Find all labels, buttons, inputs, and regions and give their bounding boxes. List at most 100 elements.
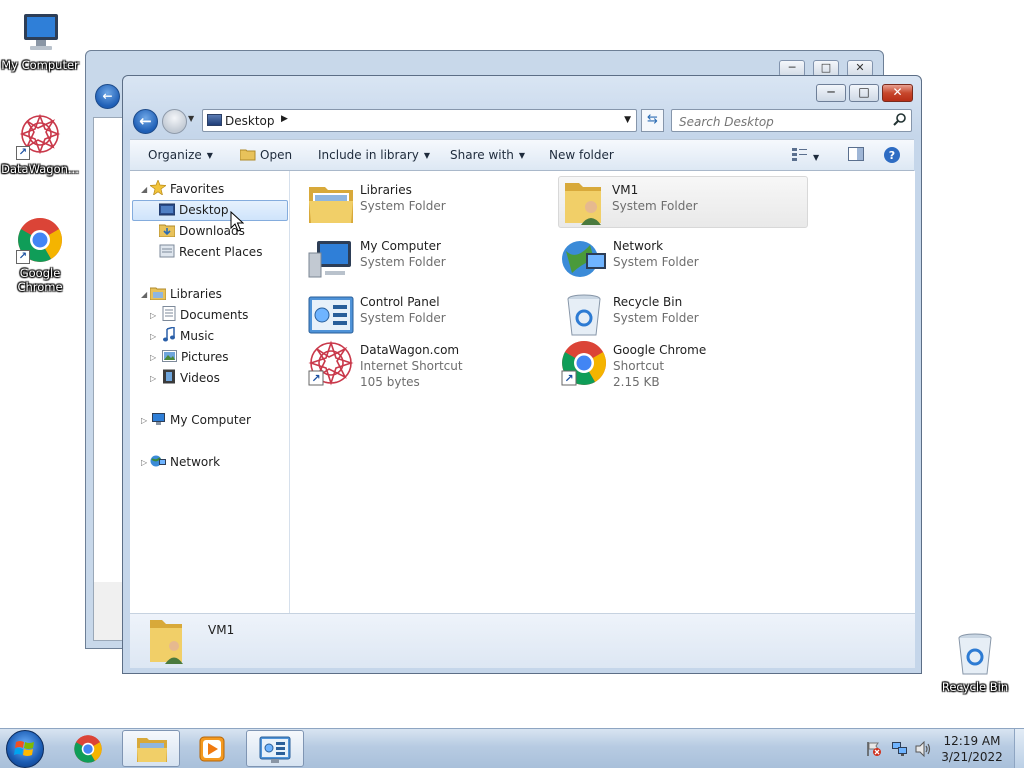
recycle-bin-icon bbox=[951, 630, 999, 678]
item-datawagon[interactable]: ↗ DataWagon.com Internet Shortcut 105 by… bbox=[307, 337, 552, 393]
monitor-icon bbox=[307, 235, 355, 283]
desktop-icon-label: Google Chrome bbox=[17, 266, 63, 294]
clock-date: 3/21/2022 bbox=[941, 750, 1003, 764]
item-vm1[interactable]: VM1 System Folder bbox=[558, 176, 808, 228]
item-name: Google Chrome bbox=[613, 343, 707, 357]
item-network[interactable]: Network System Folder bbox=[560, 233, 805, 285]
datawagon-icon: ↗ bbox=[16, 112, 64, 160]
taskbar-control-panel[interactable] bbox=[246, 730, 304, 767]
help-button[interactable]: ? bbox=[883, 146, 901, 167]
star-icon bbox=[149, 179, 167, 201]
library-icon bbox=[149, 286, 167, 306]
open-button[interactable]: Open bbox=[239, 148, 293, 164]
start-button[interactable] bbox=[6, 730, 44, 768]
minimize-button[interactable]: ─ bbox=[816, 84, 846, 102]
back-button[interactable]: ← bbox=[133, 109, 158, 134]
videos-icon bbox=[162, 369, 176, 390]
nav-music[interactable]: Music bbox=[162, 326, 214, 346]
expand-documents-icon[interactable]: ▷ bbox=[150, 311, 156, 320]
chrome-icon: ↗ bbox=[560, 339, 608, 387]
forward-button[interactable] bbox=[162, 109, 187, 134]
desktop-icon-google-chrome[interactable]: ↗ Google Chrome bbox=[0, 216, 80, 294]
network-tray-icon[interactable] bbox=[891, 741, 908, 761]
nav-favorites[interactable]: Favorites bbox=[149, 179, 225, 201]
nav-label: Libraries bbox=[170, 287, 222, 301]
item-google-chrome[interactable]: ↗ Google Chrome Shortcut 2.15 KB bbox=[560, 337, 805, 393]
history-dropdown-icon[interactable]: ▼ bbox=[188, 114, 194, 123]
nav-desktop[interactable]: Desktop bbox=[132, 200, 288, 221]
mouse-cursor-icon bbox=[230, 211, 244, 232]
expand-music-icon[interactable]: ▷ bbox=[150, 332, 156, 341]
document-icon bbox=[162, 306, 176, 327]
item-my-computer[interactable]: My Computer System Folder bbox=[307, 233, 552, 285]
search-icon[interactable] bbox=[893, 113, 906, 130]
chevron-down-icon: ▼ bbox=[813, 153, 820, 162]
close-button[interactable]: ✕ bbox=[882, 84, 913, 102]
nav-label: Favorites bbox=[170, 182, 225, 196]
preview-pane-button[interactable] bbox=[848, 147, 864, 164]
chevron-down-icon: ▼ bbox=[423, 151, 431, 160]
collapse-favorites-icon[interactable]: ◢ bbox=[141, 185, 147, 194]
action-center-flag-icon[interactable] bbox=[866, 741, 882, 761]
expand-pictures-icon[interactable]: ▷ bbox=[150, 353, 156, 362]
refresh-button[interactable]: ⇆ bbox=[641, 109, 664, 132]
svg-text:↗: ↗ bbox=[564, 372, 573, 385]
network-icon bbox=[560, 235, 608, 283]
desktop-icon-recycle-bin[interactable]: Recycle Bin bbox=[935, 630, 1015, 694]
shortcut-arrow-icon: ↗ bbox=[16, 146, 30, 160]
breadcrumb-desktop[interactable]: Desktop bbox=[225, 114, 275, 128]
item-recycle-bin[interactable]: Recycle Bin System Folder bbox=[560, 289, 805, 341]
chrome-icon bbox=[74, 735, 102, 763]
clock[interactable]: 12:19 AM 3/21/2022 bbox=[930, 733, 1014, 765]
share-with-button[interactable]: Share with ▼ bbox=[450, 148, 525, 162]
pictures-icon bbox=[162, 349, 177, 369]
item-name: DataWagon.com bbox=[360, 343, 460, 357]
user-folder-icon bbox=[561, 179, 609, 227]
expand-my-computer-icon[interactable]: ▷ bbox=[141, 416, 147, 425]
start-orb-icon bbox=[14, 741, 34, 756]
include-in-library-button[interactable]: Include in library ▼ bbox=[318, 148, 430, 162]
desktop-icon-label: My Computer bbox=[1, 58, 79, 72]
item-type: Shortcut bbox=[613, 359, 665, 373]
nav-my-computer[interactable]: My Computer bbox=[150, 410, 251, 430]
item-type: System Folder bbox=[360, 311, 446, 325]
search-input[interactable] bbox=[671, 109, 912, 132]
open-label: Open bbox=[260, 148, 293, 162]
desktop-icon-my-computer[interactable]: My Computer bbox=[0, 8, 80, 72]
nav-videos[interactable]: Videos bbox=[162, 368, 220, 388]
organize-button[interactable]: Organize ▼ bbox=[148, 148, 213, 162]
taskbar-media-player[interactable] bbox=[184, 730, 242, 767]
new-folder-button[interactable]: New folder bbox=[549, 148, 614, 162]
nav-documents[interactable]: Documents bbox=[162, 305, 248, 325]
taskbar-explorer[interactable] bbox=[122, 730, 180, 767]
user-folder-icon bbox=[148, 618, 190, 667]
maximize-button[interactable]: □ bbox=[849, 84, 879, 102]
nav-label: Desktop bbox=[179, 203, 229, 217]
explorer-window: ─ □ ✕ ← ▼ Desktop ▶ ▼ ⇆ Organize ▼ Open I… bbox=[122, 75, 922, 674]
nav-label: Music bbox=[180, 329, 215, 343]
refresh-icon: ⇆ bbox=[647, 112, 658, 127]
chevron-down-icon: ▼ bbox=[518, 151, 526, 160]
desktop-icon-datawagon[interactable]: ↗ DataWagon... bbox=[0, 112, 80, 176]
nav-network[interactable]: Network bbox=[150, 452, 220, 472]
nav-recent-places[interactable]: Recent Places bbox=[159, 242, 262, 262]
taskbar-chrome[interactable] bbox=[60, 730, 118, 767]
item-libraries[interactable]: Libraries System Folder bbox=[307, 177, 552, 229]
item-type: System Folder bbox=[613, 311, 699, 325]
breadcrumb-arrow-icon[interactable]: ▶ bbox=[281, 114, 288, 124]
nav-pictures[interactable]: Pictures bbox=[162, 347, 229, 367]
pane-icon bbox=[848, 147, 864, 164]
expand-network-icon[interactable]: ▷ bbox=[141, 458, 147, 467]
nav-libraries[interactable]: Libraries bbox=[149, 284, 222, 306]
address-dropdown-icon[interactable]: ▼ bbox=[624, 115, 631, 125]
show-desktop-button[interactable] bbox=[1014, 729, 1024, 768]
expand-videos-icon[interactable]: ▷ bbox=[150, 374, 156, 383]
address-bar[interactable]: Desktop ▶ ▼ bbox=[202, 109, 637, 132]
change-view-button[interactable]: ▼ bbox=[792, 147, 819, 164]
bg-back-icon[interactable]: ← bbox=[95, 84, 120, 109]
desktop-icon-label: Recycle Bin bbox=[941, 680, 1009, 694]
collapse-libraries-icon[interactable]: ◢ bbox=[141, 290, 147, 299]
item-control-panel[interactable]: Control Panel System Folder bbox=[307, 289, 552, 341]
file-list: Libraries System Folder VM1 System Folde… bbox=[290, 171, 915, 613]
library-icon bbox=[307, 179, 355, 227]
